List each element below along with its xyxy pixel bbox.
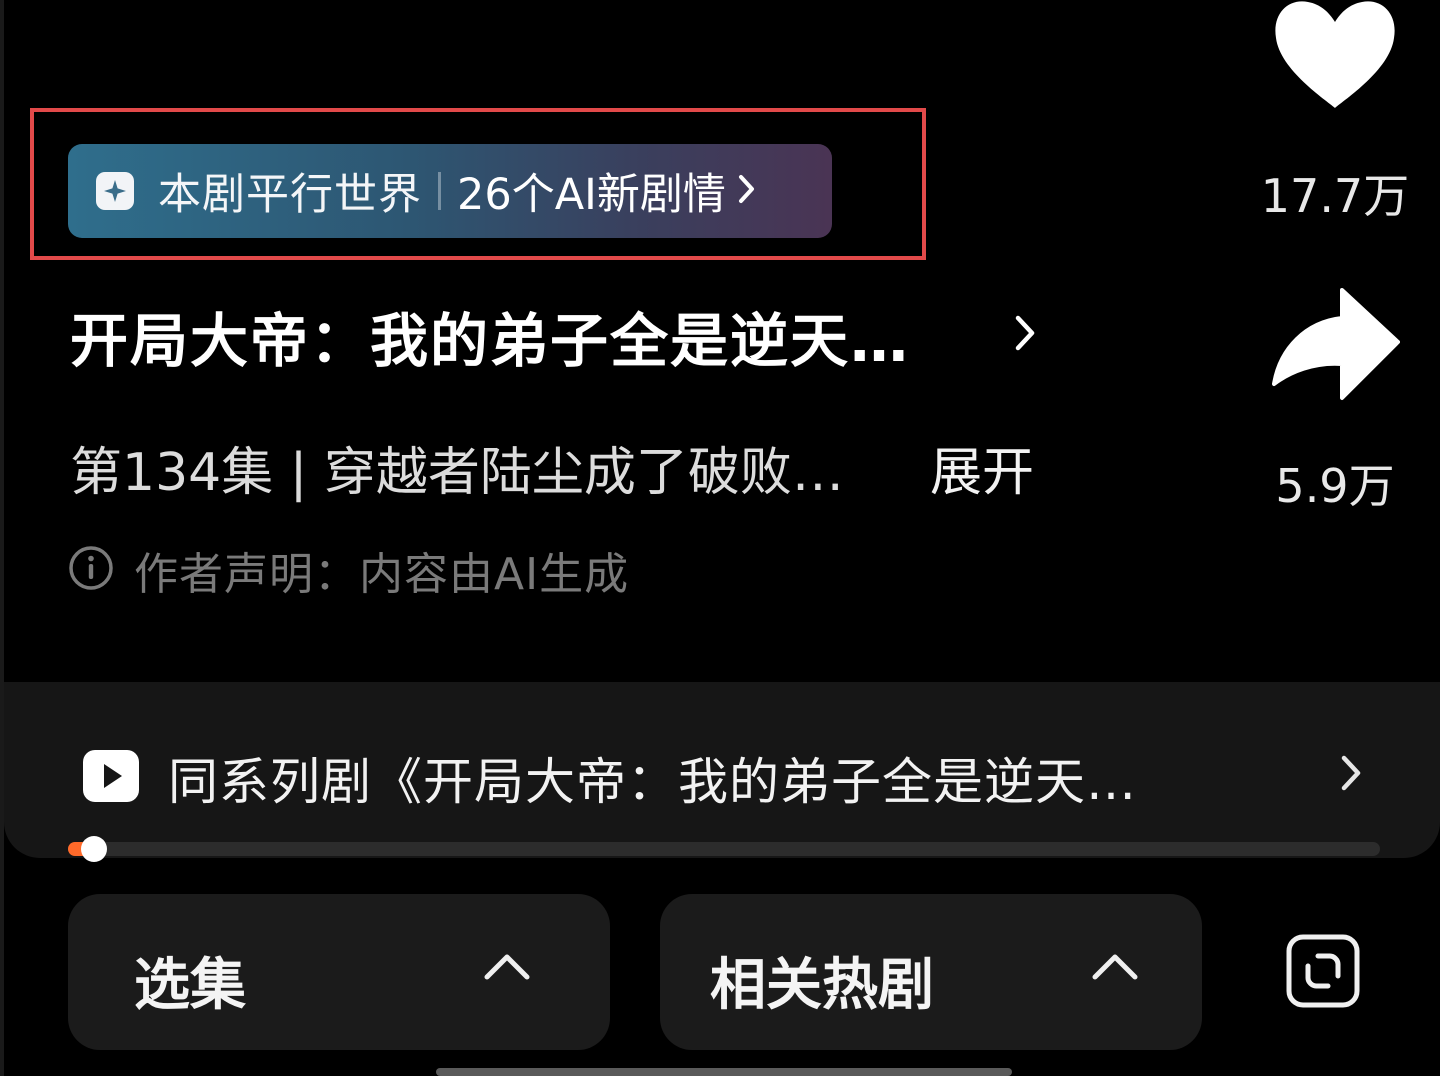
sparkle-icon bbox=[96, 172, 134, 210]
related-dramas-button[interactable]: 相关热剧 bbox=[660, 894, 1202, 1050]
like-count: 17.7万 bbox=[1260, 169, 1410, 223]
author-statement-text: 作者声明：内容由AI生成 bbox=[134, 549, 630, 600]
screen-edge bbox=[0, 0, 4, 1076]
share-count: 5.9万 bbox=[1275, 459, 1395, 513]
progress-thumb[interactable] bbox=[81, 836, 108, 862]
drama-title-link[interactable]: 开局大帝：我的弟子全是逆天… bbox=[70, 296, 1050, 376]
chevron-up-icon bbox=[482, 950, 532, 986]
play-icon bbox=[82, 749, 140, 807]
home-indicator bbox=[436, 1068, 1012, 1076]
ai-parallel-world-banner[interactable]: 本剧平行世界 26个AI新剧情 bbox=[68, 144, 832, 238]
drama-title: 开局大帝：我的弟子全是逆天… bbox=[70, 307, 911, 375]
author-statement: 作者声明：内容由AI生成 bbox=[68, 538, 629, 602]
series-title: 同系列剧《开局大帝：我的弟子全是逆天… bbox=[168, 753, 1137, 811]
select-episode-button[interactable]: 选集 bbox=[68, 894, 610, 1050]
info-icon bbox=[68, 545, 114, 595]
chevron-up-icon bbox=[1090, 950, 1140, 986]
series-progress-bar[interactable] bbox=[68, 836, 1380, 862]
heart-icon[interactable] bbox=[1272, 0, 1398, 116]
series-panel: 同系列剧《开局大帝：我的弟子全是逆天… bbox=[4, 682, 1440, 862]
episode-text: 第134集 | 穿越者陆尘成了破败… bbox=[70, 443, 844, 503]
select-episode-label: 选集 bbox=[134, 953, 246, 1018]
chevron-right-icon[interactable] bbox=[1340, 754, 1362, 796]
fullscreen-icon[interactable] bbox=[1286, 934, 1360, 1012]
video-screen: 本剧平行世界 26个AI新剧情 开局大帝：我的弟子全是逆天… 第134集 | 穿… bbox=[0, 0, 1440, 1076]
chevron-right-icon bbox=[1014, 314, 1036, 356]
related-dramas-label: 相关热剧 bbox=[710, 953, 934, 1018]
ai-banner-label: 本剧平行世界 bbox=[158, 170, 422, 220]
ai-banner-highlight: 26个AI新剧情 bbox=[457, 170, 726, 220]
series-link[interactable]: 同系列剧《开局大帝：我的弟子全是逆天… bbox=[82, 742, 1137, 814]
chevron-right-icon bbox=[738, 174, 756, 208]
expand-button[interactable]: 展开 bbox=[930, 430, 1034, 505]
ai-banner-divider bbox=[438, 172, 441, 210]
episode-description: 第134集 | 穿越者陆尘成了破败… 展开 bbox=[70, 430, 1070, 503]
share-arrow-icon[interactable] bbox=[1270, 286, 1400, 408]
